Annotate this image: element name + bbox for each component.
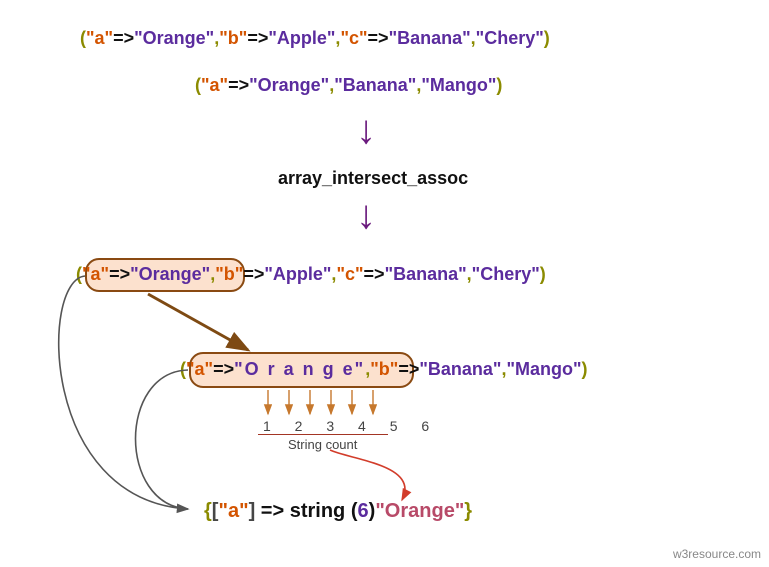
result-stringword: string — [290, 500, 351, 522]
a1-v1: "Apple" — [268, 28, 335, 48]
r3-v2: "Banana" — [385, 264, 467, 284]
a1-k1: "b" — [219, 28, 247, 48]
diagram-root: ("a"=>"Orange","b"=>"Apple","c"=>"Banana… — [0, 0, 769, 567]
a2-tail1: "Banana" — [334, 75, 416, 95]
a2-k0: "a" — [201, 75, 228, 95]
r3-k2: "c" — [336, 264, 363, 284]
result-line: {["a"] => string (6)"Orange"} — [204, 500, 472, 523]
a1-v2: "Banana" — [389, 28, 471, 48]
a2-tail2: "Mango" — [421, 75, 496, 95]
a1-tail: "Chery" — [476, 28, 544, 48]
watermark: w3resource.com — [673, 547, 761, 561]
a1-k2: "c" — [340, 28, 367, 48]
string-count-numbers: 1 2 3 4 5 6 — [263, 418, 439, 434]
a1-v0: "Orange" — [134, 28, 214, 48]
array2-expanded-line: ("a"=>"O r a n g e","b"=>"Banana","Mango… — [180, 359, 588, 380]
result-value: "Orange" — [375, 500, 464, 522]
string-count-underline — [258, 434, 388, 435]
a2-v0: "Orange" — [249, 75, 329, 95]
string-count-label: String count — [288, 437, 357, 452]
r4-tail: "Mango" — [506, 359, 581, 379]
r4-k1: "b" — [370, 359, 398, 379]
result-key: "a" — [218, 500, 248, 522]
function-name: array_intersect_assoc — [278, 168, 468, 189]
a1-k0: "a" — [86, 28, 113, 48]
r4-v1: "Banana" — [419, 359, 501, 379]
r3-k0: "a" — [82, 264, 109, 284]
result-count: 6 — [358, 500, 369, 522]
r4-k0: "a" — [186, 359, 213, 379]
array2-line: ("a"=>"Orange","Banana","Mango") — [195, 75, 502, 96]
r3-k1: "b" — [215, 264, 243, 284]
r4-v0-spaced: "O r a n g e" — [234, 359, 365, 379]
down-arrow-icon: ↓ — [356, 193, 376, 238]
array1-expanded-line: ("a"=>"Orange","b"=>"Apple","c"=>"Banana… — [76, 264, 546, 285]
r3-v1: "Apple" — [264, 264, 331, 284]
result-close: } — [464, 500, 472, 522]
r3-tail: "Chery" — [472, 264, 540, 284]
result-open: { — [204, 500, 212, 522]
array1-line: ("a"=>"Orange","b"=>"Apple","c"=>"Banana… — [80, 28, 550, 49]
result-arrow: => — [255, 500, 289, 522]
r3-v0: "Orange" — [130, 264, 210, 284]
result-paren-open: ( — [351, 500, 358, 522]
down-arrow-icon: ↓ — [356, 108, 376, 153]
